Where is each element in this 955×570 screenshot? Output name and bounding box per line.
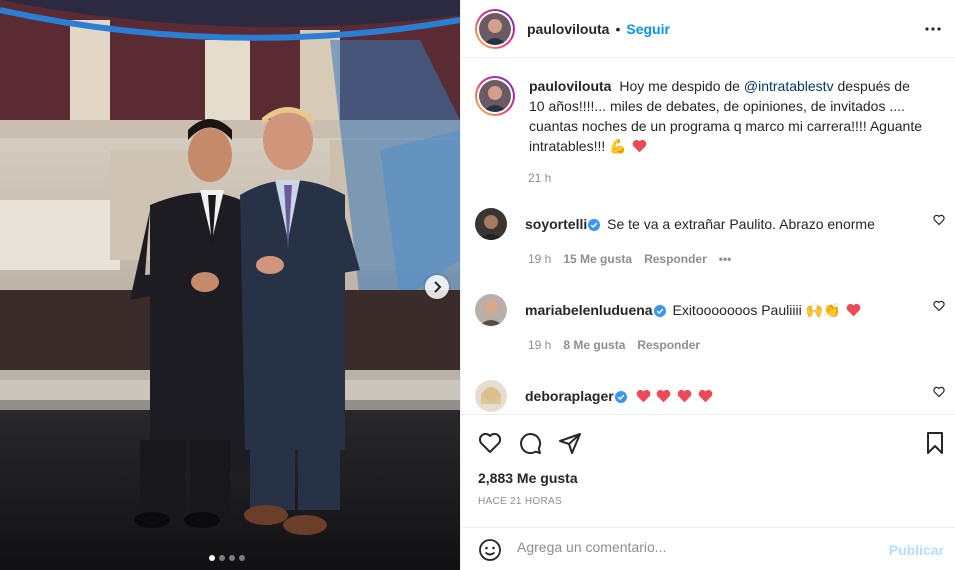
- comment-icon[interactable]: [518, 431, 542, 455]
- follow-button[interactable]: Seguir: [626, 21, 670, 37]
- comment-item: mariabelenluduena Exitooooooos Pauliiii …: [475, 294, 945, 352]
- separator-dot: •: [615, 20, 621, 37]
- commenter-username[interactable]: mariabelenluduena: [525, 302, 653, 318]
- caption-text: paulovilouta Hoy me despido de @intratab…: [529, 76, 929, 156]
- carousel-dot: [229, 555, 235, 561]
- red-heart-icon: [678, 389, 692, 403]
- commenter-username[interactable]: deboraplager: [525, 388, 614, 404]
- red-heart-icon: [633, 139, 647, 153]
- emoji-smile-icon[interactable]: [478, 538, 502, 562]
- post-header: paulovilouta • Seguir: [461, 0, 955, 58]
- comment-item: deboraplager: [475, 380, 945, 412]
- comment-meta: 19 h 8 Me gusta Responder: [528, 338, 945, 352]
- comment-text: Exitooooooos Pauliiii 🙌👏: [672, 302, 841, 318]
- more-horizontal-icon[interactable]: [924, 20, 942, 38]
- author-username[interactable]: paulovilouta: [527, 21, 609, 37]
- commenter-avatar[interactable]: [475, 380, 507, 412]
- carousel-dot: [219, 555, 225, 561]
- share-paper-plane-icon[interactable]: [558, 431, 582, 455]
- publish-button[interactable]: Publicar: [889, 542, 944, 558]
- likes-count[interactable]: 2,883 Me gusta: [478, 470, 578, 486]
- caption-time: 21 h: [528, 171, 552, 185]
- red-heart-icon: [698, 389, 713, 403]
- carousel-dots: [209, 555, 245, 561]
- caption-avatar[interactable]: [475, 76, 515, 116]
- commenter-avatar[interactable]: [475, 294, 507, 326]
- verified-badge-icon: [614, 391, 627, 403]
- commenter-username[interactable]: soyortelli: [525, 216, 587, 232]
- comment-item: soyortelli Se te va a extrañar Paulito. …: [475, 208, 945, 266]
- comment-time[interactable]: 19 h: [528, 338, 551, 352]
- reply-button[interactable]: Responder: [637, 338, 700, 352]
- like-comment-heart-icon[interactable]: [933, 386, 945, 398]
- carousel-dot: [239, 555, 245, 561]
- comment-likes[interactable]: 8 Me gusta: [563, 338, 625, 352]
- red-heart-icon: [846, 303, 861, 317]
- comment-meta: 19 h 15 Me gusta Responder •••: [528, 252, 945, 266]
- comment-text: Se te va a extrañar Paulito. Abrazo enor…: [607, 216, 875, 232]
- next-photo-button[interactable]: [425, 275, 449, 299]
- red-heart-icon: [636, 389, 650, 403]
- post-photo[interactable]: [0, 0, 460, 570]
- red-heart-icon: [657, 389, 671, 403]
- bookmark-icon[interactable]: [923, 431, 947, 455]
- post-time[interactable]: HACE 21 HORAS: [478, 496, 562, 507]
- reply-button[interactable]: Responder: [644, 252, 707, 266]
- comment-input[interactable]: [517, 539, 877, 555]
- carousel-dot: [209, 555, 215, 561]
- author-avatar[interactable]: [475, 8, 515, 49]
- avatar-image: [479, 12, 511, 45]
- studio-photo: [0, 0, 460, 570]
- caption-username[interactable]: paulovilouta: [529, 78, 611, 94]
- like-comment-heart-icon[interactable]: [933, 300, 945, 312]
- verified-badge-icon: [588, 219, 601, 231]
- avatar-image: [479, 80, 511, 112]
- verified-badge-icon: [653, 305, 666, 317]
- comment-likes[interactable]: 15 Me gusta: [563, 252, 632, 266]
- post-panel: paulovilouta • Seguir paulovilouta Hoy m…: [460, 0, 955, 570]
- post-caption: paulovilouta Hoy me despido de @intratab…: [475, 76, 945, 156]
- like-comment-heart-icon[interactable]: [933, 214, 945, 226]
- post-actions: [461, 414, 955, 470]
- comment-more-button[interactable]: •••: [719, 252, 732, 266]
- add-comment-bar: Publicar: [461, 527, 955, 570]
- comment-time[interactable]: 19 h: [528, 252, 551, 266]
- commenter-avatar[interactable]: [475, 208, 507, 240]
- chevron-right-icon: [434, 281, 442, 293]
- caption-mention[interactable]: @intratablestv: [744, 78, 834, 94]
- like-heart-icon[interactable]: [478, 431, 502, 455]
- caption-text-before: Hoy me despido de: [619, 78, 744, 94]
